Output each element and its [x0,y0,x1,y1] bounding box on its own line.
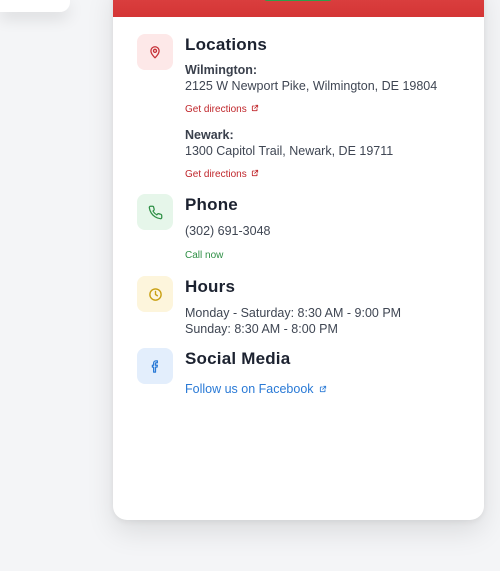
header-button[interactable] [264,0,332,1]
phone-number: (302) 691-3048 [185,224,271,238]
hours-content: Hours Monday - Saturday: 8:30 AM - 9:00 … [185,276,472,337]
phone-title: Phone [185,195,238,214]
hours-line: Sunday: 8:30 AM - 8:00 PM [185,322,338,336]
location-name: Newark: [185,128,234,142]
get-directions-link-wilmington[interactable]: Get directions [185,103,259,117]
hours-line: Monday - Saturday: 8:30 AM - 9:00 PM [185,306,402,320]
location-newark: Newark: 1300 Capitol Trail, Newark, DE 1… [185,127,472,182]
card-header [113,0,484,17]
facebook-link-label: Follow us on Facebook [185,382,314,396]
social-content: Social Media Follow us on Facebook [185,348,472,398]
get-directions-link-newark[interactable]: Get directions [185,168,259,182]
locations-title: Locations [185,35,268,54]
location-name: Wilmington: [185,63,258,77]
locations-content: Locations Wilmington: 2125 W Newport Pik… [185,34,472,182]
phone-icon [148,205,163,220]
call-now-link[interactable]: Call now [185,249,223,263]
facebook-icon [148,359,163,374]
external-link-icon [251,168,259,182]
hours-icon-box [137,276,173,312]
location-address: 1300 Capitol Trail, Newark, DE 19711 [185,144,394,158]
background-card [0,0,70,12]
location-wilmington: Wilmington: 2125 W Newport Pike, Wilming… [185,62,472,117]
phone-content: Phone (302) 691-3048 Call now [185,194,472,263]
hours-title: Hours [185,277,236,296]
social-icon-box [137,348,173,384]
contact-card: Locations Wilmington: 2125 W Newport Pik… [113,0,484,520]
clock-icon [148,287,163,302]
locations-icon-box [137,34,173,70]
get-directions-label: Get directions [185,104,247,115]
facebook-link[interactable]: Follow us on Facebook [185,381,327,397]
phone-icon-box [137,194,173,230]
external-link-icon [319,381,327,397]
social-title: Social Media [185,349,291,368]
map-pin-icon [148,45,162,59]
location-address: 2125 W Newport Pike, Wilmington, DE 1980… [185,79,438,93]
get-directions-label: Get directions [185,169,247,180]
external-link-icon [251,103,259,117]
